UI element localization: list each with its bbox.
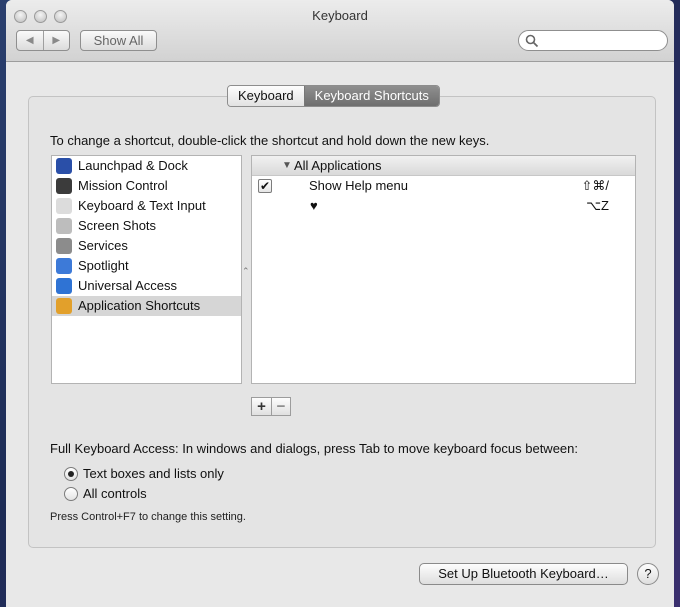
- forward-arrow-icon: ▶: [52, 35, 61, 46]
- category-label: Spotlight: [78, 258, 129, 273]
- title-bar: Keyboard ◀ ▶ Show All: [6, 0, 674, 62]
- category-list: Launchpad & Dock Mission Control Keyboard …: [51, 155, 242, 384]
- back-arrow-icon: ◀: [25, 35, 34, 46]
- search-field[interactable]: [518, 30, 668, 51]
- category-item[interactable]: Services: [52, 236, 241, 256]
- radio-all-controls[interactable]: All controls: [64, 485, 147, 503]
- shortcut-keys[interactable]: ⇧⌘/: [581, 176, 609, 196]
- category-label: Launchpad & Dock: [78, 158, 188, 173]
- enable-checkbox[interactable]: [258, 199, 272, 213]
- radio-label: Text boxes and lists only: [83, 466, 224, 481]
- back-forward-control: ◀ ▶: [16, 30, 70, 51]
- category-label: Screen Shots: [78, 218, 157, 233]
- radio-button[interactable]: [64, 467, 78, 481]
- universal-access-icon: [56, 278, 72, 294]
- app-shortcuts-icon: [56, 298, 72, 314]
- shortcut-row[interactable]: ♥ ⌥Z: [252, 196, 635, 216]
- category-item[interactable]: Screen Shots: [52, 216, 241, 236]
- radio-button[interactable]: [64, 487, 78, 501]
- category-item[interactable]: Keyboard & Text Input: [52, 196, 241, 216]
- shortcut-name: ♥: [310, 198, 318, 213]
- category-label: Mission Control: [78, 178, 168, 193]
- window-title: Keyboard: [312, 8, 368, 23]
- category-label: Application Shortcuts: [78, 298, 201, 313]
- mission-control-icon: [56, 178, 72, 194]
- shortcuts-list: ▼ All Applications ✔ Show Help menu ⇧⌘/ ♥ ⌥Z: [251, 155, 636, 384]
- keyboard-preferences-window: Keyboard ◀ ▶ Show All Keyboard Keyboard …: [6, 0, 674, 607]
- tab-bar: Keyboard Keyboard Shortcuts: [227, 85, 440, 107]
- full-keyboard-access-label: Full Keyboard Access: In windows and dia…: [50, 441, 578, 456]
- category-label: Services: [78, 238, 128, 253]
- search-icon: [525, 34, 539, 48]
- add-shortcut-button[interactable]: +: [252, 398, 271, 415]
- category-label: Keyboard & Text Input: [78, 198, 206, 213]
- category-item[interactable]: Mission Control: [52, 176, 241, 196]
- remove-shortcut-button[interactable]: −: [271, 398, 290, 415]
- enable-checkbox[interactable]: ✔: [258, 179, 272, 193]
- screenshot-icon: [56, 218, 72, 234]
- split-view-handle[interactable]: ⌃: [242, 266, 250, 277]
- category-item[interactable]: Launchpad & Dock: [52, 156, 241, 176]
- disclosure-triangle-icon[interactable]: ▼: [282, 156, 292, 176]
- forward-button[interactable]: ▶: [44, 31, 70, 50]
- instructions-text: To change a shortcut, double-click the s…: [50, 133, 490, 148]
- setup-bluetooth-keyboard-button[interactable]: Set Up Bluetooth Keyboard…: [419, 563, 628, 585]
- keyboard-access-note: Press Control+F7 to change this setting.: [50, 511, 246, 523]
- shortcut-name: Show Help menu: [309, 178, 408, 193]
- category-item[interactable]: Application Shortcuts: [52, 296, 241, 316]
- radio-label: All controls: [83, 486, 147, 501]
- shortcuts-group-header[interactable]: ▼ All Applications: [252, 156, 635, 176]
- show-all-button[interactable]: Show All: [80, 30, 157, 51]
- back-button[interactable]: ◀: [17, 31, 44, 50]
- add-remove-control: + −: [251, 397, 291, 416]
- category-item[interactable]: Universal Access: [52, 276, 241, 296]
- keyboard-icon: [56, 198, 72, 214]
- help-button[interactable]: ?: [637, 563, 659, 585]
- tab-keyboard-shortcuts[interactable]: Keyboard Shortcuts: [303, 86, 439, 106]
- category-label: Universal Access: [78, 278, 177, 293]
- launchpad-dock-icon: [56, 158, 72, 174]
- category-item[interactable]: Spotlight: [52, 256, 241, 276]
- tab-keyboard[interactable]: Keyboard: [228, 86, 304, 106]
- search-input[interactable]: [541, 33, 661, 48]
- radio-text-boxes-lists[interactable]: Text boxes and lists only: [64, 465, 224, 483]
- group-label: All Applications: [294, 158, 382, 173]
- spotlight-icon: [56, 258, 72, 274]
- shortcut-keys[interactable]: ⌥Z: [586, 196, 609, 216]
- shortcut-row[interactable]: ✔ Show Help menu ⇧⌘/: [252, 176, 635, 196]
- gear-icon: [56, 238, 72, 254]
